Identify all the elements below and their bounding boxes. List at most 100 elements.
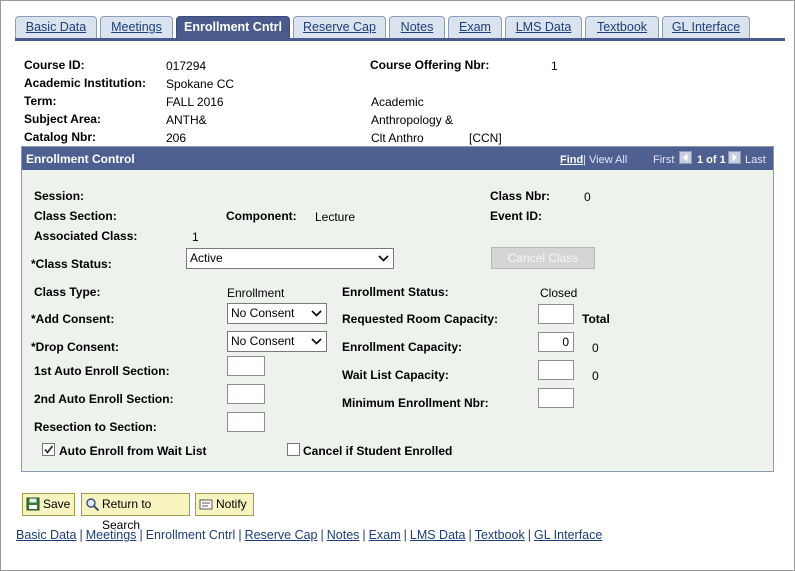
panel-body: Session: Class Nbr: 0 Class Section: Com… [22, 170, 773, 471]
footer-link-reserve-cap[interactable]: Reserve Cap [245, 528, 318, 542]
panel-title: Enrollment Control [26, 152, 135, 166]
footer-current-enrollment-cntrl: Enrollment Cntrl [145, 528, 236, 542]
tab-lms-data[interactable]: LMS Data [505, 16, 582, 38]
footer-sep: | [403, 528, 407, 542]
notify-label: Notify [216, 497, 247, 511]
total-label: Total [582, 312, 610, 326]
add-consent-label: *Add Consent: [31, 312, 115, 326]
notify-icon [199, 499, 213, 510]
tab-exam[interactable]: Exam [448, 16, 502, 38]
subject-description: Anthropology & [371, 113, 454, 127]
class-status-value: Active [190, 251, 223, 265]
drop-consent-select[interactable]: No Consent [227, 331, 327, 352]
subject-value: ANTH& [166, 113, 207, 127]
footer-sep: | [139, 528, 143, 542]
chevron-down-icon [311, 338, 322, 345]
enrollment-total-value: 0 [592, 341, 599, 355]
wait-list-capacity-label: Wait List Capacity: [342, 368, 449, 382]
catalog-tag: [CCN] [469, 131, 502, 145]
resection-input[interactable] [227, 412, 265, 432]
institution-value: Spokane CC [166, 77, 235, 91]
next-arrow-icon[interactable] [728, 151, 741, 164]
last-link[interactable]: Last [745, 154, 766, 166]
auto-enroll-waitlist-checkbox[interactable] [42, 443, 55, 456]
tab-notes[interactable]: Notes [389, 16, 445, 38]
course-id-label: Course ID: [24, 58, 85, 72]
tab-meetings[interactable]: Meetings [100, 16, 173, 38]
requested-room-capacity-input[interactable] [538, 304, 574, 324]
catalog-label: Catalog Nbr: [24, 130, 96, 144]
wait-list-total-value: 0 [592, 369, 599, 383]
class-nbr-value: 0 [584, 190, 591, 204]
course-id-value: 017294 [166, 59, 207, 73]
associated-class-label: Associated Class: [34, 229, 138, 243]
footer-link-meetings[interactable]: Meetings [86, 528, 137, 542]
auto-enroll-2-input[interactable] [227, 384, 265, 404]
minimum-enrollment-input[interactable] [538, 388, 574, 408]
enrollment-status-label: Enrollment Status: [342, 285, 449, 299]
tab-gl-interface[interactable]: GL Interface [662, 16, 750, 38]
minimum-enrollment-label: Minimum Enrollment Nbr: [342, 396, 489, 410]
catalog-value: 206 [166, 131, 187, 145]
institution-label: Academic Institution: [24, 76, 147, 90]
first-link[interactable]: First [653, 154, 674, 166]
component-value: Lecture [315, 210, 356, 224]
add-consent-select[interactable]: No Consent [227, 303, 327, 324]
class-section-label: Class Section: [34, 209, 117, 223]
prev-arrow-icon[interactable] [679, 151, 692, 164]
catalog-description: Clt Anthro [371, 131, 424, 145]
footer-sep: | [468, 528, 472, 542]
auto-enroll-waitlist-label: Auto Enroll from Wait List [59, 444, 207, 458]
drop-consent-value: No Consent [231, 334, 295, 348]
enrollment-status-value: Closed [540, 286, 578, 300]
notify-button[interactable]: Notify [195, 493, 254, 516]
auto-enroll-2-label: 2nd Auto Enroll Section: [34, 392, 174, 406]
save-icon [26, 497, 40, 511]
save-button[interactable]: Save [22, 493, 75, 516]
class-status-select[interactable]: Active [186, 248, 394, 269]
class-nbr-label: Class Nbr: [490, 189, 551, 203]
enrollment-control-panel: Enrollment Control Find | View All First… [21, 146, 774, 472]
term-value: FALL 2016 [166, 95, 224, 109]
cancel-if-enrolled-checkbox[interactable] [287, 443, 300, 456]
associated-class-value: 1 [192, 230, 199, 244]
tab-enrollment-cntrl[interactable]: Enrollment Cntrl [176, 16, 290, 38]
tab-basic-data[interactable]: Basic Data [15, 16, 97, 38]
chevron-down-icon [311, 310, 322, 317]
panel-header: Enrollment Control Find | View All First… [22, 147, 773, 170]
footer-link-gl-interface[interactable]: GL Interface [534, 528, 602, 542]
class-type-label: Class Type: [34, 285, 101, 299]
session-label: Session: [34, 189, 85, 203]
footer-sep: | [79, 528, 83, 542]
enrollment-capacity-label: Enrollment Capacity: [342, 340, 463, 354]
find-link[interactable]: Find [560, 154, 583, 166]
resection-label: Resection to Section: [34, 420, 157, 434]
auto-enroll-1-label: 1st Auto Enroll Section: [34, 364, 170, 378]
tab-textbook[interactable]: Textbook [585, 16, 659, 38]
subject-label: Subject Area: [24, 112, 101, 126]
return-to-search-button[interactable]: Return to Search [81, 493, 190, 532]
cancel-class-button[interactable]: Cancel Class [491, 247, 595, 269]
nav-separator: | [583, 154, 586, 166]
footer-links: Basic Data | Meetings | Enrollment Cntrl | Res… [16, 528, 602, 542]
footer-link-lms-data[interactable]: LMS Data [410, 528, 466, 542]
requested-room-capacity-label: Requested Room Capacity: [342, 312, 499, 326]
event-id-label: Event ID: [490, 209, 543, 223]
tab-reserve-cap[interactable]: Reserve Cap [293, 16, 386, 38]
class-type-value: Enrollment [227, 286, 285, 300]
footer-sep: | [238, 528, 242, 542]
search-icon [86, 498, 100, 512]
view-all-link[interactable]: View All [589, 154, 627, 166]
footer-link-notes[interactable]: Notes [327, 528, 360, 542]
footer-sep: | [362, 528, 366, 542]
footer-link-exam[interactable]: Exam [369, 528, 401, 542]
auto-enroll-1-input[interactable] [227, 356, 265, 376]
component-label: Component: [226, 209, 297, 223]
footer-sep: | [527, 528, 531, 542]
term-label: Term: [24, 94, 57, 108]
checkmark-icon [44, 445, 54, 454]
enrollment-capacity-input[interactable]: 0 [538, 332, 574, 352]
footer-link-basic-data[interactable]: Basic Data [16, 528, 76, 542]
footer-link-textbook[interactable]: Textbook [475, 528, 525, 542]
wait-list-capacity-input[interactable] [538, 360, 574, 380]
